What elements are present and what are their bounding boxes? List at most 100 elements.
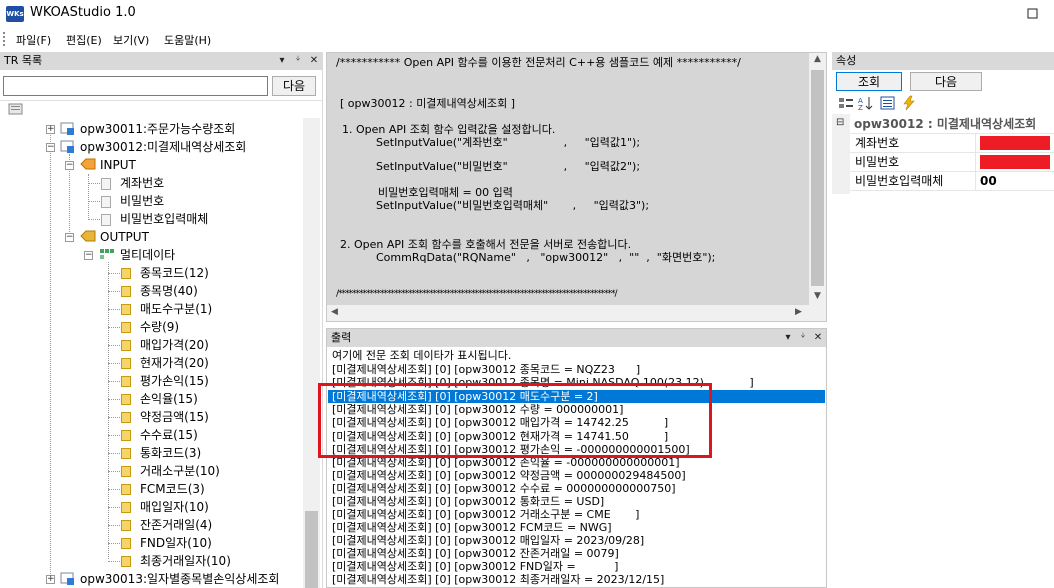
tree-item-opw30012[interactable]: opw30012:미결제내역상세조회 <box>80 138 246 156</box>
tree-input-field[interactable]: 비밀번호 <box>120 192 164 210</box>
tr-search-input[interactable] <box>3 76 268 96</box>
redacted-value[interactable] <box>980 155 1050 169</box>
output-line[interactable]: [미결제내역상세조회] [0] [opw30012 매입일자 = 2023/09… <box>332 534 644 547</box>
tree-connector <box>108 471 120 472</box>
output-field-icon <box>121 304 131 315</box>
scroll-right-icon[interactable]: ▶ <box>795 307 802 317</box>
title-bar: WKs WKOAStudio 1.0 <box>0 0 1054 28</box>
collapse-icon[interactable]: − <box>65 233 74 242</box>
sort-az-icon[interactable]: AZ <box>858 96 874 113</box>
output-line[interactable]: [미결제내역상세조회] [0] [opw30012 통화코드 = USD] <box>332 495 604 508</box>
tree-connector <box>108 399 120 400</box>
scroll-left-icon[interactable]: ◀ <box>331 307 338 317</box>
maximize-icon[interactable] <box>1022 3 1044 25</box>
tree-connector <box>108 327 120 328</box>
pin-icon[interactable]: ᛎ <box>291 53 305 69</box>
tree-item-multidata[interactable]: 멀티데이타 <box>120 246 175 264</box>
tree-item-opw30013[interactable]: opw30013:일자별종목별손익상세조회 <box>80 570 279 588</box>
output-line[interactable]: [미결제내역상세조회] [0] [opw30012 수수료 = 00000000… <box>332 482 676 495</box>
tree-output-field[interactable]: 매입일자(10) <box>140 498 209 516</box>
output-line[interactable]: [미결제내역상세조회] [0] [opw30012 최종거래일자 = 2023/… <box>332 573 664 586</box>
tree-output-field[interactable]: 종목코드(12) <box>140 264 209 282</box>
menu-edit[interactable]: 편집(E) <box>66 32 102 48</box>
tree-output-field[interactable]: 손익율(15) <box>140 390 198 408</box>
source-scrollbar-thumb[interactable] <box>811 70 824 286</box>
output-field-icon <box>121 520 131 531</box>
scroll-down-icon[interactable]: ▼ <box>809 291 826 301</box>
property-pages-icon[interactable] <box>880 96 896 113</box>
props-next-button[interactable]: 다음 <box>910 72 982 91</box>
dropdown-icon[interactable]: ▾ <box>275 53 289 69</box>
tree-input-field[interactable]: 비밀번호입력매체 <box>120 210 208 228</box>
tree-output-field[interactable]: FND일자(10) <box>140 534 212 552</box>
tr-node-icon <box>60 570 74 585</box>
output-line[interactable]: [미결제내역상세조회] [0] [opw30012 거래소구분 = CME ] <box>332 508 639 521</box>
tree-output-field[interactable]: 잔존거래일(4) <box>140 516 212 534</box>
tree-output-field[interactable]: 현재가격(20) <box>140 354 209 372</box>
output-line[interactable]: [미결제내역상세조회] [0] [opw30012 FCM코드 = NWG] <box>332 521 612 534</box>
tree-input-field[interactable]: 계좌번호 <box>120 174 164 192</box>
tr-scrollbar-thumb[interactable] <box>305 511 318 588</box>
categorized-icon[interactable] <box>838 96 854 113</box>
menu-bar: 파일(F) 편집(E) 보기(V) 도움말(H) <box>0 28 1054 50</box>
output-line[interactable]: [미결제내역상세조회] [0] [opw30012 종목코드 = NQZ23 ] <box>332 363 640 376</box>
source-scrollbar[interactable]: ▲ ▼ <box>809 53 826 305</box>
output-field-icon <box>121 412 131 423</box>
tree-output-field[interactable]: 매도수구분(1) <box>140 300 212 318</box>
tree-item-input[interactable]: INPUT <box>100 156 136 174</box>
tr-scrollbar[interactable] <box>303 118 320 588</box>
output-line[interactable]: [미결제내역상세조회] [0] [opw30012 잔존거래일 = 0079] <box>332 547 619 560</box>
dropdown-icon[interactable]: ▾ <box>781 330 795 346</box>
source-hscrollbar[interactable]: ◀ ▶ <box>327 305 826 321</box>
collapse-icon[interactable]: − <box>65 161 74 170</box>
output-field-icon <box>121 556 131 567</box>
menu-file[interactable]: 파일(F) <box>16 32 51 48</box>
tr-node-icon <box>60 138 74 153</box>
collapse-icon[interactable]: − <box>84 251 93 260</box>
output-field-icon <box>121 376 131 387</box>
tree-item-output[interactable]: OUTPUT <box>100 228 149 246</box>
annotation-box <box>318 383 712 458</box>
output-tag-icon <box>80 229 96 243</box>
tree-connector <box>108 345 120 346</box>
tr-next-button[interactable]: 다음 <box>272 76 316 96</box>
query-button[interactable]: 조회 <box>836 72 902 91</box>
group-collapse-icon[interactable]: ⊟ <box>836 117 844 128</box>
code-line: SetInputValue("비밀번호" , "입력값2"); <box>376 160 641 173</box>
tree-output-field[interactable]: 최종거래일자(10) <box>140 552 231 570</box>
tree-output-field[interactable]: 수량(9) <box>140 318 179 336</box>
code-line: /*********** Open API 함수를 이용한 전문처리 C++용 … <box>336 56 741 69</box>
tree-item-opw30011[interactable]: opw30011:주문가능수량조회 <box>80 120 235 138</box>
tree-output-field[interactable]: 평가손익(15) <box>140 372 209 390</box>
grid-icon <box>99 247 114 261</box>
tree-output-field[interactable]: FCM코드(3) <box>140 480 205 498</box>
menu-view[interactable]: 보기(V) <box>113 32 149 48</box>
events-lightning-icon[interactable] <box>902 95 916 114</box>
tree-output-field[interactable]: 약정금액(15) <box>140 408 209 426</box>
close-icon[interactable]: ✕ <box>307 53 321 69</box>
tree-output-field[interactable]: 거래소구분(10) <box>140 462 220 480</box>
output-panel-header: 출력 ▾ ᛎ ✕ <box>327 329 826 347</box>
prop-value[interactable]: 00 <box>980 172 997 191</box>
output-field-icon <box>121 340 131 351</box>
collapse-icon[interactable]: − <box>46 143 55 152</box>
tree-connector <box>108 363 120 364</box>
tree-output-field[interactable]: 수수료(15) <box>140 426 198 444</box>
scroll-up-icon[interactable]: ▲ <box>809 54 826 64</box>
expand-icon[interactable]: + <box>46 575 55 584</box>
code-line: SetInputValue("계좌번호" , "입력값1"); <box>376 136 641 149</box>
output-line: 여기에 전문 조회 데이타가 표시됩니다. <box>332 349 512 362</box>
tree-output-field[interactable]: 통화코드(3) <box>140 444 201 462</box>
menu-grip-icon <box>3 32 6 46</box>
tree-connector <box>108 525 120 526</box>
output-line[interactable]: [미결제내역상세조회] [0] [opw30012 FND일자 = ] <box>332 560 618 573</box>
menu-help[interactable]: 도움말(H) <box>164 32 211 48</box>
tree-output-field[interactable]: 매입가격(20) <box>140 336 209 354</box>
close-icon[interactable]: ✕ <box>811 330 825 346</box>
code-line: CommRqData("RQName" , "opw30012" , "" , … <box>376 251 716 264</box>
output-line[interactable]: [미결제내역상세조회] [0] [opw30012 약정금액 = 0000000… <box>332 469 686 482</box>
redacted-value[interactable] <box>980 136 1050 150</box>
expand-icon[interactable]: + <box>46 125 55 134</box>
tree-output-field[interactable]: 종목명(40) <box>140 282 198 300</box>
pin-icon[interactable]: ᛎ <box>796 330 810 346</box>
